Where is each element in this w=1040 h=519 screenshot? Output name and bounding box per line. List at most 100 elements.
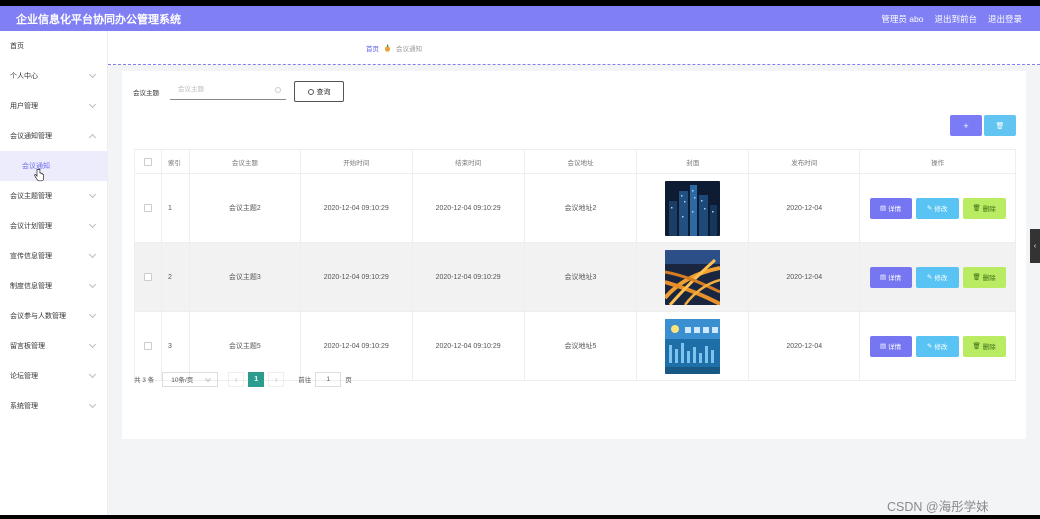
logout-link[interactable]: 退出登录 [988,13,1022,25]
detail-button[interactable]: ▤ 详情 [869,197,912,219]
page-size-value: 10条/页 [171,377,194,384]
main-content: 首页 会议通知 会议主题 查询 + 🗑 索引 会议主题 开始时间 结束时间 [108,31,1040,515]
row-topic: 会议主题5 [190,312,301,380]
row-checkbox[interactable] [143,342,152,350]
table-header-row: 索引 会议主题 开始时间 结束时间 会议地址 封面 发布时间 操作 [135,150,1017,174]
row-publish-date: 2020-12-04 [749,174,861,242]
exit-to-front-link[interactable]: 退出到前台 [934,13,977,25]
sidebar-item-meeting-plan-mgmt[interactable]: 会议计划管理 [0,211,107,241]
edit-button-label: 修改 [934,344,948,351]
row-start-time: 2020-12-04 09:10:29 [301,243,413,311]
sidebar-item-forum-mgmt[interactable]: 论坛管理 [0,361,107,391]
pencil-icon: ✎ [926,274,933,281]
sidebar-subitem-meeting-notice[interactable]: 会议通知 [0,151,107,182]
trash-icon: 🗑 [972,274,981,281]
goto-label: 前往 [298,377,312,384]
sidebar-item-label: 制度信息管理 [10,283,52,290]
delete-button-label: 删除 [982,275,996,282]
sidebar-item-label: 会议通知管理 [10,133,52,140]
sidebar-item-home[interactable]: 首页 [0,31,107,61]
chevron-down-icon [88,310,97,319]
row-topic: 会议主题3 [190,243,301,311]
next-page-button[interactable]: › [268,371,285,387]
row-address: 会议地址5 [525,312,638,380]
delete-button[interactable]: 🗑 删除 [962,335,1006,357]
sidebar-item-policy-mgmt[interactable]: 制度信息管理 [0,271,107,301]
delete-button[interactable]: 🗑 删除 [962,266,1006,288]
document-icon: ▤ [880,343,887,350]
document-icon: ▤ [880,274,887,281]
sidebar-item-label: 会议参与人数管理 [10,313,66,320]
edit-button[interactable]: ✎ 修改 [915,266,959,288]
row-end-time: 2020-12-04 09:10:29 [413,312,525,380]
collapse-tab[interactable]: ‹ [1030,229,1040,263]
breadcrumb-home-link[interactable]: 首页 [366,43,379,53]
detail-button[interactable]: ▤ 详情 [869,266,912,288]
sidebar-item-label: 系统管理 [10,403,38,410]
top-navbar: 企业信息化平台协同办公管理系统 管理员 abo 退出到前台 退出登录 [0,6,1040,31]
search-input[interactable] [170,80,286,100]
chevron-down-icon [88,370,97,379]
sidebar-item-users[interactable]: 用户管理 [0,91,107,121]
edit-button-label: 修改 [934,206,948,213]
sidebar-item-label: 论坛管理 [10,373,38,380]
row-cover-cell [637,174,750,242]
edit-button[interactable]: ✎ 修改 [915,197,959,219]
trash-icon: 🗑 [972,343,981,350]
row-ops: ▤ 详情 ✎ 修改 🗑 删除 [860,312,1017,380]
chevron-left-icon: ‹ [234,374,238,384]
detail-button[interactable]: ▤ 详情 [869,335,912,357]
batch-delete-button[interactable]: 🗑 [984,115,1016,136]
data-table: 索引 会议主题 开始时间 结束时间 会议地址 封面 发布时间 操作 1 会议主题… [134,149,1017,381]
sidebar: 首页 个人中心 用户管理 会议通知管理 会议通知 会议主题管理 会议计划管理 宣… [0,31,108,515]
sidebar-item-attendance-mgmt[interactable]: 会议参与人数管理 [0,301,107,331]
hand-cursor-icon [34,168,44,182]
breadcrumb-current: 会议通知 [396,45,422,53]
row-checkbox[interactable] [143,273,152,281]
row-checkbox[interactable] [143,204,152,212]
table-row: 2 会议主题3 2020-12-04 09:10:29 2020-12-04 0… [135,243,1017,312]
sidebar-item-label: 宣传信息管理 [10,253,52,260]
current-user-label: 管理员 abo [881,13,924,24]
list-card: 会议主题 查询 + 🗑 索引 会议主题 开始时间 结束时间 会议地址 封面 发布… [122,71,1026,439]
delete-button-label: 删除 [982,206,996,213]
detail-button-label: 详情 [888,275,902,282]
sidebar-item-label: 首页 [10,43,24,50]
query-button[interactable]: 查询 [294,81,344,102]
sidebar-item-meeting-notice-mgmt[interactable]: 会议通知管理 [0,121,107,151]
row-index: 1 [162,174,190,242]
row-checkbox-cell [135,174,162,242]
document-icon: ▤ [880,205,887,212]
top-right-links: 管理员 abo 退出到前台 退出登录 [881,13,1022,25]
sidebar-item-message-board-mgmt[interactable]: 留言板管理 [0,331,107,361]
page-number-button[interactable]: 1 [248,371,265,387]
header-ops: 操作 [860,150,1017,173]
chevron-down-icon [88,190,97,199]
pencil-icon: ✎ [926,343,933,350]
select-all-checkbox[interactable] [143,157,152,166]
add-button[interactable]: + [950,115,982,136]
row-address: 会议地址2 [525,174,638,242]
sidebar-item-publicity-mgmt[interactable]: 宣传信息管理 [0,241,107,271]
row-index: 3 [162,312,190,380]
sidebar-item-meeting-topic-mgmt[interactable]: 会议主题管理 [0,181,107,211]
sidebar-item-profile[interactable]: 个人中心 [0,61,107,91]
row-index: 2 [162,243,190,311]
pencil-icon: ✎ [926,205,933,212]
prev-page-button[interactable]: ‹ [228,371,245,387]
edit-button[interactable]: ✎ 修改 [915,335,959,357]
chevron-down-icon [205,375,212,382]
pagination: 共 3 条 10条/页 ‹ 1 › 前往 1 页 [134,371,352,387]
goto-page-input[interactable]: 1 [315,371,342,387]
search-label: 会议主题 [133,90,159,97]
sidebar-item-label: 留言板管理 [10,343,45,350]
sidebar-item-system-mgmt[interactable]: 系统管理 [0,391,107,421]
pagination-total: 共 3 条 [134,377,155,384]
row-ops: ▤ 详情 ✎ 修改 🗑 删除 [860,174,1017,242]
table-row: 1 会议主题2 2020-12-04 09:10:29 2020-12-04 0… [135,174,1017,243]
chevron-up-icon [88,133,97,142]
row-publish-date: 2020-12-04 [749,243,861,311]
page-size-select[interactable]: 10条/页 [162,371,219,387]
chevron-down-icon [88,280,97,289]
delete-button[interactable]: 🗑 删除 [962,197,1006,219]
